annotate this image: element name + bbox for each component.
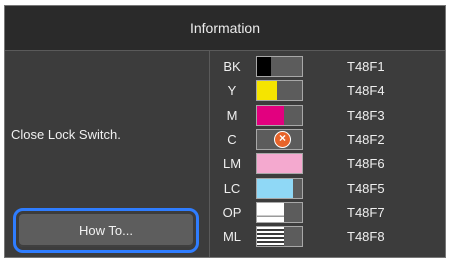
ink-level-fill [257,105,284,125]
ink-level-fill [257,57,271,76]
ink-code: LM [222,156,242,172]
page-title: Information [5,6,445,51]
ink-code: LC [223,180,241,196]
ink-level-fill [257,202,284,222]
ink-part-number: T48F5 [347,180,385,196]
ink-level-bar [256,226,303,248]
ink-level-bar [256,80,303,102]
ink-part-number: T48F8 [347,229,385,245]
ink-level-fill [257,154,302,174]
ink-code: BK [223,59,241,74]
ink-level-bar [256,56,303,77]
ink-level-fill [257,178,293,198]
ink-level-fill [257,81,278,101]
ink-level-fill [257,227,284,247]
ink-part-number: T48F2 [347,131,385,147]
ink-level-bar [256,201,303,223]
ink-code: OP [222,204,242,220]
ink-row-op: OP T48F7 [5,201,445,226]
ink-row-y: Y T48F4 [5,80,445,104]
ink-part-number: T48F4 [347,83,385,99]
ink-code: Y [227,83,237,99]
info-screen: Information Close Lock Switch. How To...… [4,5,446,258]
ink-part-number: T48F7 [347,204,385,220]
ink-level-bar [256,153,303,175]
ink-level-bar [256,104,303,126]
ink-part-number: T48F6 [347,156,385,172]
ink-part-number: T48F1 [347,59,385,74]
ink-level-bar [256,177,303,199]
x-circle-icon: × [274,130,291,148]
ink-part-number: T48F3 [347,107,385,123]
ink-code: ML [222,229,242,245]
ink-row-c: C × T48F2 [5,128,445,153]
ink-row-lm: LM T48F6 [5,153,445,177]
ink-code: C [227,131,237,147]
ink-row-lc: LC T48F5 [5,177,445,202]
ink-row-bk: BK T48F1 [5,56,445,80]
ink-level-bar: × [256,128,303,150]
ink-row-m: M T48F3 [5,104,445,129]
ink-code: M [226,107,238,123]
ink-row-ml: ML T48F8 [5,226,445,250]
